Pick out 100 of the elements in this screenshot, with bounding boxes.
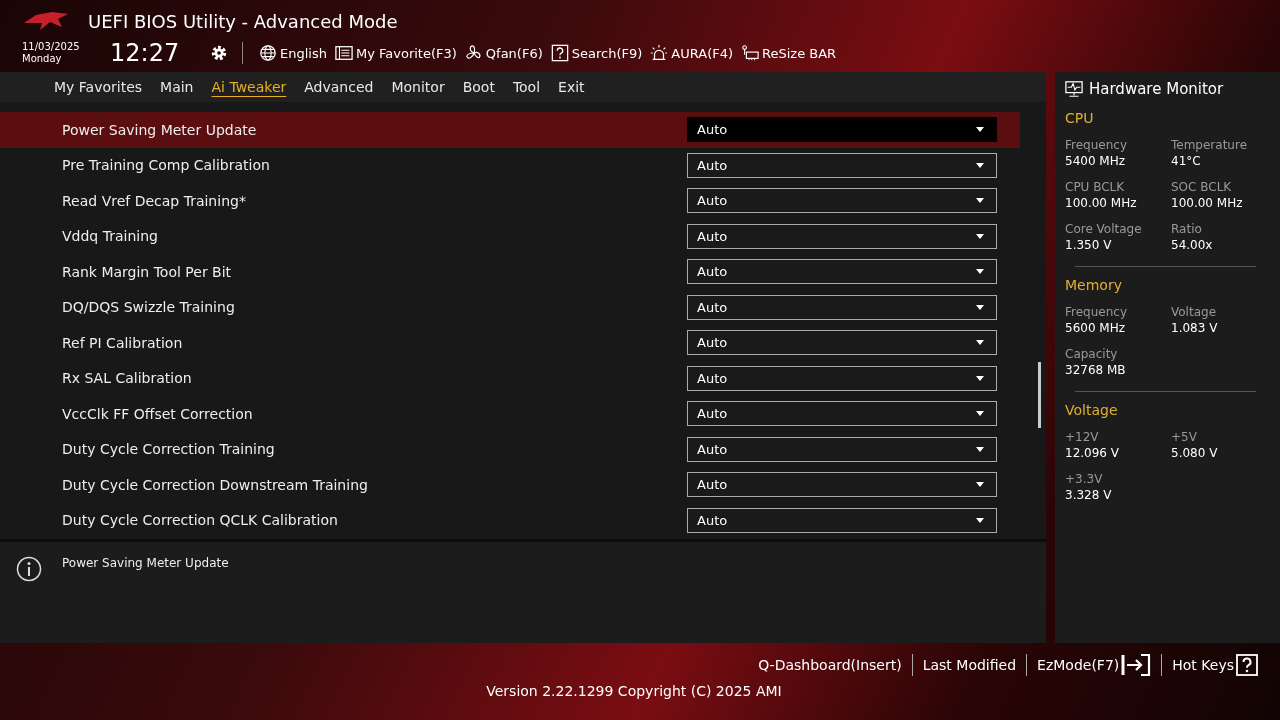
toolbar-button[interactable]: My Favorite(F3) [330, 44, 461, 62]
setting-row[interactable]: DQ/DQS Swizzle Training Auto [0, 289, 1020, 325]
setting-row[interactable]: Pre Training Comp Calibration Auto [0, 147, 1020, 183]
toolbar-button[interactable]: AURA(F4) [646, 44, 738, 62]
info-icon [16, 556, 42, 582]
dropdown-field[interactable]: Auto [687, 330, 997, 356]
setting-label: Rx SAL Calibration [62, 370, 192, 387]
caret-icon [976, 517, 984, 523]
reading-value: 5400 MHz [1065, 154, 1127, 168]
reading-label: SOC BCLK [1171, 180, 1233, 194]
dropdown-field[interactable]: Auto [687, 507, 997, 533]
weekday: Monday [22, 53, 63, 65]
window-title: UEFI BIOS Utility - Advanced Mode [88, 10, 398, 32]
dropdown-field[interactable]: Auto [687, 401, 997, 427]
light-icon [650, 44, 669, 62]
reading-value: 1.350 V [1065, 238, 1113, 252]
setting-label: Pre Training Comp Calibration [62, 157, 270, 174]
caret-icon [976, 375, 984, 381]
menu-tab[interactable]: Tool [504, 79, 549, 95]
caret-icon [976, 446, 984, 452]
reading-label: +5V [1171, 430, 1198, 444]
monitor-icon [1065, 80, 1083, 98]
dropdown-field[interactable]: Auto [687, 436, 997, 462]
dropdown-field[interactable]: Auto [687, 259, 997, 285]
help-icon [1236, 654, 1258, 676]
setting-row[interactable]: Duty Cycle Correction QCLK Calibration Auto [0, 502, 1020, 538]
reading-label: Ratio [1171, 222, 1203, 236]
setting-row[interactable]: VccClk FF Offset Correction Auto [0, 396, 1020, 432]
reading-label: Core Voltage [1065, 222, 1143, 236]
setting-label: DQ/DQS Swizzle Training [62, 299, 235, 316]
reading-label: +3.3V [1065, 472, 1104, 486]
reading-label: Frequency [1065, 305, 1128, 319]
setting-label: Duty Cycle Correction Downstream Training [62, 476, 368, 493]
reading-value: 5600 MHz [1065, 321, 1127, 335]
menu-tab[interactable]: Exit [550, 79, 593, 95]
caret-icon [976, 127, 984, 133]
caret-icon [976, 304, 984, 310]
reading-value: 54.00x [1171, 238, 1214, 252]
reading-label: Voltage [1171, 305, 1217, 319]
scrollbar[interactable] [1038, 362, 1041, 428]
clock-time: 12:27 [110, 39, 181, 67]
caret-icon [976, 233, 984, 239]
toolbar-button[interactable]: Search(F9) [546, 44, 647, 62]
dropdown-field[interactable]: Auto [687, 365, 997, 391]
reading-value: 1.083 V [1171, 321, 1219, 335]
section-title: Voltage [1065, 402, 1119, 418]
dropdown-field[interactable]: Auto [687, 188, 997, 214]
menu-tab[interactable]: My Favorites [46, 79, 151, 95]
caret-icon [976, 411, 984, 417]
menu-tab[interactable]: Boot [454, 79, 503, 95]
setting-label: Rank Margin Tool Per Bit [62, 263, 232, 280]
fan-icon [464, 44, 483, 62]
menu-tab[interactable]: Ai Tweaker [203, 79, 295, 95]
setting-row[interactable]: Duty Cycle Correction Training Auto [0, 431, 1020, 467]
caret-icon [976, 269, 984, 275]
dropdown-field[interactable]: Auto [687, 117, 997, 143]
caret-icon [976, 340, 984, 346]
section-title: Memory [1065, 277, 1123, 293]
footer-button[interactable]: Last Modified [912, 657, 1027, 673]
setting-row[interactable]: Rank Margin Tool Per Bit Auto [0, 254, 1020, 290]
toolbar-button[interactable]: Qfan(F6) [460, 44, 547, 62]
reading-label: Temperature [1171, 138, 1248, 152]
setting-row[interactable]: Ref PI Calibration Auto [0, 325, 1020, 361]
reading-value: 5.080 V [1171, 446, 1219, 460]
footer-button[interactable]: Q-Dashboard(Insert) [748, 657, 912, 673]
menu-tab[interactable]: Main [152, 79, 202, 95]
globe-icon [259, 44, 277, 62]
footer-button[interactable]: Hot Keys [1162, 654, 1268, 676]
toolbar-button[interactable]: English [255, 44, 331, 62]
dropdown-field[interactable]: Auto [687, 294, 997, 320]
reading-value: 12.096 V [1065, 446, 1120, 460]
help-icon [550, 44, 569, 62]
setting-label: Duty Cycle Correction Training [62, 441, 275, 458]
reading-label: +12V [1065, 430, 1100, 444]
setting-label: VccClk FF Offset Correction [62, 405, 253, 422]
panel-title: Hardware Monitor [1089, 80, 1224, 98]
dropdown-field[interactable]: Auto [687, 472, 997, 498]
reading-value: 3.328 V [1065, 488, 1113, 502]
caret-icon [976, 162, 984, 168]
reading-label: Frequency [1065, 138, 1128, 152]
card-icon [741, 44, 760, 62]
setting-label: Read Vref Decap Training* [62, 192, 246, 209]
caret-icon [976, 482, 984, 488]
setting-row[interactable]: Power Saving Meter Update Auto [0, 112, 1020, 148]
setting-row[interactable]: Read Vref Decap Training* Auto [0, 183, 1020, 219]
setting-row[interactable]: Vddq Training Auto [0, 218, 1020, 254]
setting-label: Power Saving Meter Update [62, 121, 257, 138]
footer-button[interactable]: EzMode(F7) [1027, 654, 1162, 676]
caret-icon [976, 198, 984, 204]
menu-tab[interactable]: Monitor [383, 79, 453, 95]
dropdown-field[interactable]: Auto [687, 152, 997, 178]
toolbar-button[interactable]: ReSize BAR [737, 44, 841, 62]
setting-row[interactable]: Rx SAL Calibration Auto [0, 360, 1020, 396]
menu-tab[interactable]: Advanced [296, 79, 382, 95]
setting-row[interactable]: Duty Cycle Correction Downstream Training Auto [0, 467, 1020, 503]
reading-label: Capacity [1065, 347, 1119, 361]
reading-label: CPU BCLK [1065, 180, 1126, 194]
settings-icon[interactable] [210, 44, 228, 62]
dropdown-field[interactable]: Auto [687, 223, 997, 249]
reading-value: 100.00 MHz [1065, 196, 1138, 210]
